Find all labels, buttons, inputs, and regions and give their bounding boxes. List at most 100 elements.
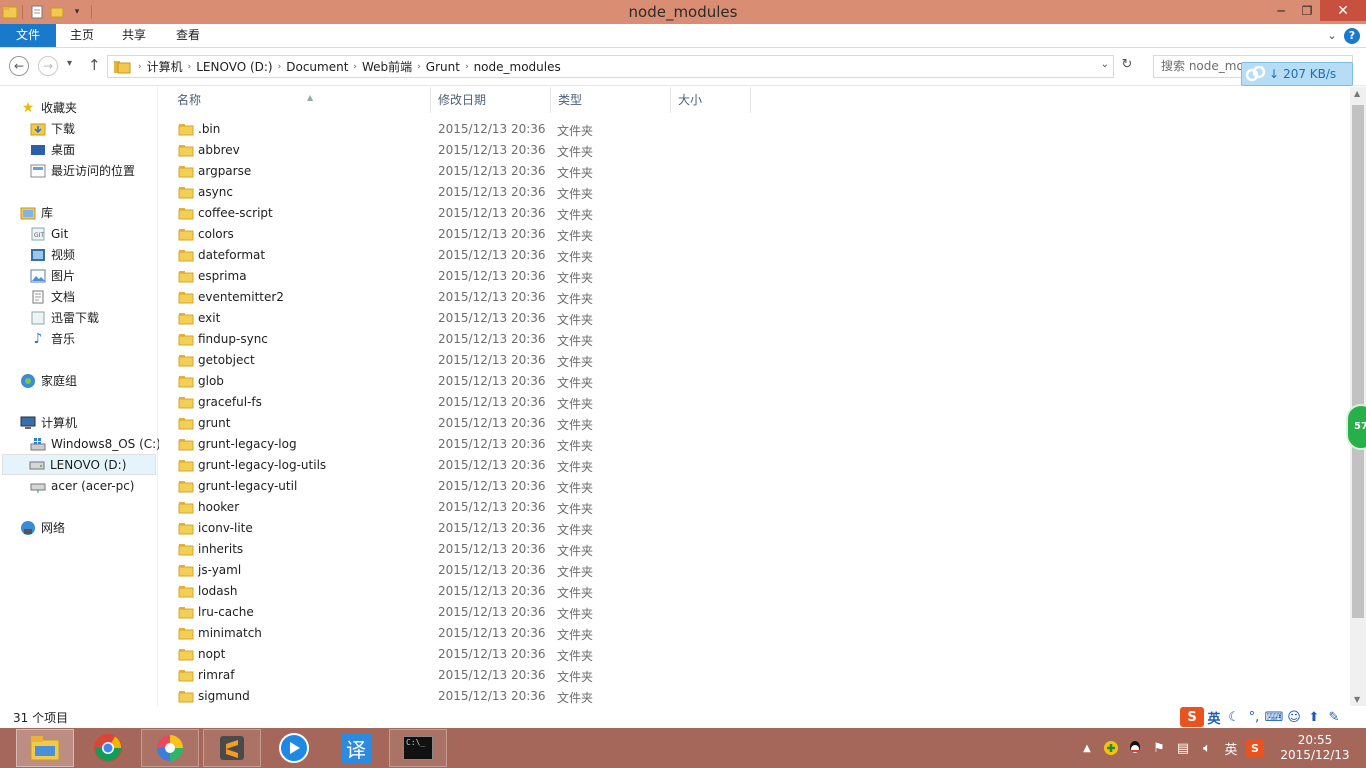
crumb-node-modules[interactable]: node_modules	[471, 60, 564, 74]
close-button[interactable]: ✕	[1320, 0, 1366, 21]
nav-computer[interactable]: 计算机	[20, 412, 77, 433]
table-row[interactable]: .bin 2015/12/13 20:36 文件夹	[159, 119, 859, 140]
nav-lib-documents[interactable]: 文档	[30, 286, 75, 307]
sogou-ime-icon[interactable]: S	[1180, 707, 1204, 727]
crumb-document[interactable]: Document	[283, 60, 351, 74]
table-row[interactable]: minimatch 2015/12/13 20:36 文件夹	[159, 623, 859, 644]
taskbar-cmd[interactable]: C:\_	[389, 729, 447, 767]
table-row[interactable]: exit 2015/12/13 20:36 文件夹	[159, 308, 859, 329]
crumb-drive[interactable]: LENOVO (D:)	[193, 60, 275, 74]
table-row[interactable]: eventemitter2 2015/12/13 20:36 文件夹	[159, 287, 859, 308]
table-row[interactable]: js-yaml 2015/12/13 20:36 文件夹	[159, 560, 859, 581]
floating-monitor-badge[interactable]: 57	[1346, 404, 1366, 450]
maximize-button[interactable]: ❐	[1294, 0, 1320, 21]
table-row[interactable]: argparse 2015/12/13 20:36 文件夹	[159, 161, 859, 182]
table-row[interactable]: abbrev 2015/12/13 20:36 文件夹	[159, 140, 859, 161]
security-tray-icon[interactable]	[1099, 736, 1123, 760]
nav-homegroup[interactable]: 家庭组	[20, 370, 77, 391]
ime-mode[interactable]: 英	[1204, 707, 1224, 727]
column-header-modified[interactable]: 修改日期	[432, 87, 551, 113]
table-row[interactable]: inherits 2015/12/13 20:36 文件夹	[159, 539, 859, 560]
crumb-web[interactable]: Web前端	[359, 58, 415, 75]
chevron-right-icon[interactable]: ›	[415, 62, 423, 72]
table-row[interactable]: grunt-legacy-log 2015/12/13 20:36 文件夹	[159, 434, 859, 455]
forward-button[interactable]: →	[38, 56, 58, 76]
column-header-size[interactable]: 大小	[672, 87, 751, 113]
nav-acer-pc[interactable]: acer (acer-pc)	[30, 475, 135, 496]
nav-lib-pictures[interactable]: 图片	[30, 265, 75, 286]
taskbar-player[interactable]	[265, 729, 323, 767]
recent-locations-icon[interactable]: ▾	[67, 58, 72, 69]
nav-lib-git[interactable]: GIT Git	[30, 223, 68, 244]
user-icon[interactable]: ☺	[1284, 707, 1304, 727]
show-hidden-icons[interactable]: ▲	[1075, 736, 1099, 760]
chevron-right-icon[interactable]: ›	[276, 62, 284, 72]
clock[interactable]: 20:55 2015/12/13	[1272, 733, 1358, 763]
taskbar-file-explorer[interactable]	[16, 729, 74, 767]
table-row[interactable]: grunt-legacy-util 2015/12/13 20:36 文件夹	[159, 476, 859, 497]
table-row[interactable]: grunt-legacy-log-utils 2015/12/13 20:36 文件…	[159, 455, 859, 476]
nav-lib-videos[interactable]: 视频	[30, 244, 75, 265]
expand-ribbon-icon[interactable]: ⌄	[1320, 29, 1344, 42]
table-row[interactable]: lodash 2015/12/13 20:36 文件夹	[159, 581, 859, 602]
scroll-thumb[interactable]	[1352, 105, 1364, 618]
scroll-down-icon[interactable]: ▼	[1354, 695, 1360, 704]
moon-icon[interactable]: ☾	[1224, 707, 1244, 727]
keyboard-icon[interactable]: ⌨	[1264, 707, 1284, 727]
address-bar[interactable]: › 计算机 › LENOVO (D:) › Document › Web前端 ›…	[107, 55, 1114, 78]
nav-drive-d[interactable]: LENOVO (D:)	[2, 454, 156, 475]
back-button[interactable]: ←	[9, 56, 29, 76]
nav-network[interactable]: 网络	[20, 517, 65, 538]
nav-lib-music[interactable]: ♪ 音乐	[30, 328, 75, 349]
table-row[interactable]: colors 2015/12/13 20:36 文件夹	[159, 224, 859, 245]
table-row[interactable]: iconv-lite 2015/12/13 20:36 文件夹	[159, 518, 859, 539]
crumb-computer[interactable]: 计算机	[144, 58, 186, 75]
table-row[interactable]: glob 2015/12/13 20:36 文件夹	[159, 371, 859, 392]
skin-icon[interactable]: ⬆	[1304, 707, 1324, 727]
table-row[interactable]: coffee-script 2015/12/13 20:36 文件夹	[159, 203, 859, 224]
qq-icon[interactable]	[1123, 736, 1147, 760]
minimize-button[interactable]: ─	[1268, 0, 1294, 21]
taskbar-translate[interactable]: 译	[327, 729, 385, 767]
nav-lib-thunder[interactable]: 迅雷下载	[30, 307, 99, 328]
table-row[interactable]: nopt 2015/12/13 20:36 文件夹	[159, 644, 859, 665]
volume-icon[interactable]: 🔈︎	[1195, 736, 1219, 760]
flag-icon[interactable]: ⚑	[1147, 736, 1171, 760]
up-arrow-icon[interactable]: ↑	[88, 56, 101, 74]
taskbar-sublime[interactable]	[203, 729, 261, 767]
table-row[interactable]: lru-cache 2015/12/13 20:36 文件夹	[159, 602, 859, 623]
download-speed-widget[interactable]: ↓ 207 KB/s	[1241, 62, 1353, 86]
punctuation-icon[interactable]: °,	[1244, 707, 1264, 727]
chevron-right-icon[interactable]: ›	[463, 62, 471, 72]
table-row[interactable]: async 2015/12/13 20:36 文件夹	[159, 182, 859, 203]
column-header-type[interactable]: 类型	[552, 87, 671, 113]
table-row[interactable]: graceful-fs 2015/12/13 20:36 文件夹	[159, 392, 859, 413]
tab-home[interactable]: 主页	[56, 24, 108, 47]
chevron-right-icon[interactable]: ›	[186, 62, 194, 72]
crumb-grunt[interactable]: Grunt	[423, 60, 463, 74]
nav-favorites[interactable]: ★ 收藏夹	[20, 97, 77, 118]
settings-wrench-icon[interactable]: ✎	[1324, 707, 1344, 727]
network-tray-icon[interactable]: ▤	[1171, 736, 1195, 760]
taskbar-chrome[interactable]	[79, 729, 137, 767]
nav-downloads[interactable]: 下载	[30, 118, 75, 139]
table-row[interactable]: esprima 2015/12/13 20:36 文件夹	[159, 266, 859, 287]
chevron-right-icon[interactable]: ›	[351, 62, 359, 72]
table-row[interactable]: dateformat 2015/12/13 20:36 文件夹	[159, 245, 859, 266]
sogou-tray-icon[interactable]: S	[1243, 736, 1267, 760]
table-row[interactable]: getobject 2015/12/13 20:36 文件夹	[159, 350, 859, 371]
table-row[interactable]: rimraf 2015/12/13 20:36 文件夹	[159, 665, 859, 686]
table-row[interactable]: findup-sync 2015/12/13 20:36 文件夹	[159, 329, 859, 350]
vertical-scrollbar[interactable]: ▲ ▼	[1350, 87, 1366, 706]
nav-desktop[interactable]: 桌面	[30, 139, 75, 160]
input-language[interactable]: 英	[1219, 736, 1243, 760]
taskbar-color-app[interactable]	[141, 729, 199, 767]
scroll-up-icon[interactable]: ▲	[1354, 89, 1360, 98]
address-dropdown-icon[interactable]: ⌄	[1101, 59, 1109, 70]
help-icon[interactable]: ?	[1344, 27, 1360, 44]
nav-recent-places[interactable]: 最近访问的位置	[30, 160, 135, 181]
chevron-right-icon[interactable]: ›	[136, 62, 144, 72]
refresh-button[interactable]: ↻	[1117, 57, 1137, 75]
column-header-name[interactable]: 名称 ▲	[171, 87, 431, 113]
table-row[interactable]: hooker 2015/12/13 20:36 文件夹	[159, 497, 859, 518]
